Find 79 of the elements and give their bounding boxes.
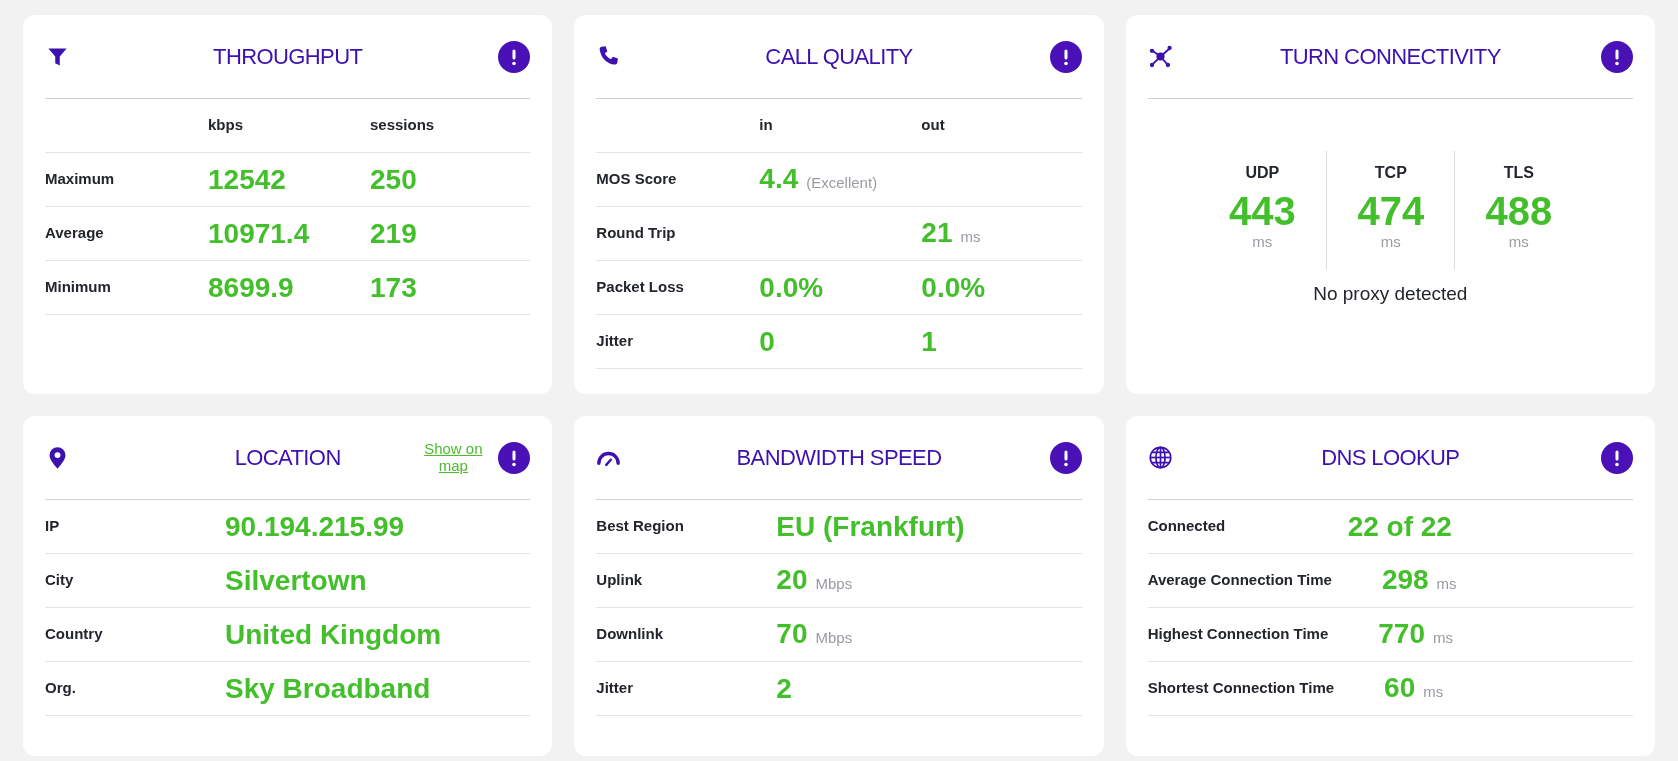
- proxy-status: No proxy detected: [1312, 281, 1469, 306]
- metric-value: 0.0%: [759, 273, 824, 302]
- metric-value: 0.0%: [921, 273, 986, 302]
- metric-value: 0: [759, 327, 775, 356]
- protocol-label: TLS: [1503, 163, 1534, 183]
- alert-icon[interactable]: [1601, 441, 1633, 474]
- alert-icon[interactable]: [498, 441, 531, 474]
- unit-label: ms: [1508, 232, 1529, 252]
- row-label: IP: [45, 516, 61, 537]
- row-label: Downlink: [596, 624, 664, 645]
- metric-value: 21: [921, 218, 953, 247]
- metric-value: 2: [776, 674, 792, 703]
- metric-value: 4.4: [759, 164, 799, 193]
- alert-icon[interactable]: [498, 40, 531, 73]
- metric-value: EU (Frankfurt): [776, 512, 965, 541]
- card-title: DNS LOOKUP: [1321, 444, 1460, 472]
- metric-value: 1: [921, 327, 937, 356]
- unit-label: ms: [1252, 232, 1273, 252]
- unit-label: ms: [1380, 232, 1401, 252]
- column-header: kbps: [208, 115, 244, 136]
- row-label: Minimum: [45, 277, 112, 298]
- unit-label: Mbps: [815, 573, 853, 594]
- row-label: Highest Connection Time: [1147, 624, 1329, 645]
- row-label: Average Connection Time: [1147, 570, 1332, 591]
- protocol-label: TCP: [1374, 163, 1407, 183]
- row-label: Best Region: [596, 516, 685, 537]
- row-label: Shortest Connection Time: [1147, 678, 1335, 699]
- rating-note: (Excellent): [806, 172, 878, 193]
- map-link[interactable]: Show on map: [422, 441, 485, 474]
- unit-label: ms: [1436, 573, 1457, 594]
- metric-value: 250: [370, 165, 417, 194]
- column-header: in: [759, 115, 774, 136]
- metric-value: 12542: [208, 165, 286, 194]
- card-title: CALL QUALITY: [765, 43, 913, 71]
- metric-value: Silvertown: [225, 566, 367, 595]
- metric-value: 10971.4: [208, 219, 310, 248]
- metric-value: 90.194.215.99: [225, 512, 405, 541]
- alert-icon[interactable]: [1601, 40, 1633, 73]
- column-header: sessions: [370, 115, 436, 136]
- row-label: Connected: [1147, 516, 1227, 537]
- card-title: TURN CONNECTIVITY: [1279, 43, 1501, 71]
- metric-value: 298: [1381, 565, 1429, 594]
- row-label: Org.: [45, 678, 77, 699]
- unit-label: ms: [1423, 681, 1444, 702]
- metric-value: 219: [370, 219, 417, 248]
- row-label: Average: [45, 223, 105, 244]
- metric-value: 60: [1384, 673, 1416, 702]
- column-header: out: [921, 115, 946, 136]
- alert-icon[interactable]: [1049, 441, 1082, 474]
- row-label: Jitter: [596, 331, 634, 352]
- metric-value: United Kingdom: [225, 620, 442, 649]
- metric-value: 173: [370, 273, 417, 302]
- row-label: Maximum: [45, 169, 116, 190]
- metric-value: 70: [776, 619, 808, 648]
- row-label: Country: [45, 624, 104, 645]
- row-label: City: [45, 570, 75, 591]
- globe-icon: [1147, 445, 1173, 470]
- network-icon: [1147, 44, 1173, 69]
- card-title: BANDWIDTH SPEED: [736, 444, 942, 472]
- unit-label: Mbps: [815, 627, 853, 648]
- card-title: LOCATION: [234, 444, 341, 472]
- row-label: Round Trip: [596, 223, 677, 244]
- metric-value: 22 of 22: [1347, 512, 1452, 541]
- metric-value: Sky Broadband: [225, 674, 431, 703]
- metric-value: 8699.9: [208, 273, 294, 302]
- protocol-label: UDP: [1245, 163, 1280, 183]
- row-label: Uplink: [596, 570, 644, 591]
- alert-icon[interactable]: [1049, 40, 1082, 73]
- metric-value: 770: [1378, 619, 1425, 648]
- metric-value: 20: [776, 565, 808, 594]
- row-label: Packet Loss: [596, 277, 685, 298]
- card-title: THROUGHPUT: [213, 43, 363, 71]
- row-label: MOS Score: [596, 169, 678, 190]
- row-label: Jitter: [596, 678, 634, 699]
- latency-value: 474: [1357, 191, 1425, 231]
- latency-value: 443: [1228, 191, 1296, 231]
- unit-label: ms: [960, 226, 981, 247]
- unit-label: ms: [1432, 627, 1453, 648]
- latency-value: 488: [1485, 191, 1553, 231]
